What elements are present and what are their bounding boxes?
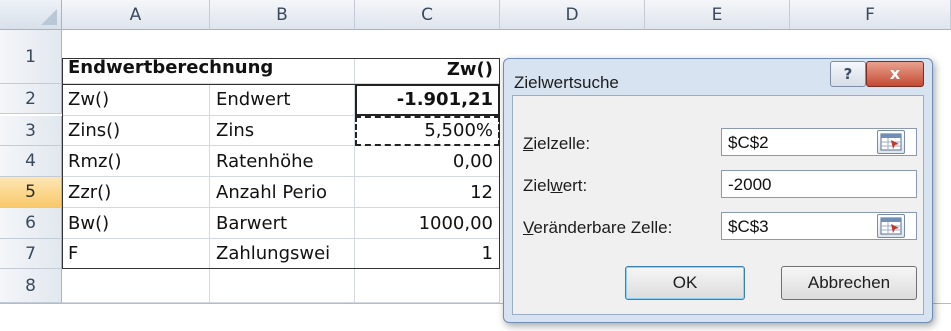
target-value-input[interactable]: -2000 — [721, 170, 917, 198]
row-header-7[interactable]: 7 — [0, 239, 62, 269]
cell-c8[interactable] — [355, 269, 500, 303]
cell-a7[interactable]: F — [62, 239, 210, 269]
changing-cell-label: Veränderbare Zelle: — [523, 218, 672, 238]
changing-cell-range-picker-icon[interactable] — [877, 214, 905, 238]
column-header-f[interactable]: F — [790, 0, 951, 30]
dialog-body: Zielzelle: $C$2 Zielwert: -2000 Veränder… — [512, 95, 924, 315]
cell-a1[interactable]: Endwertberechnung — [62, 58, 355, 84]
target-cell-mnemonic: Z — [523, 134, 534, 153]
row-header-1[interactable]: 1 — [0, 30, 62, 84]
select-all-triangle-icon — [41, 9, 57, 25]
cell-b6[interactable]: Barwert — [210, 208, 355, 239]
changing-cell-label-text: eränderbare Zelle: — [533, 218, 673, 237]
cell-b3[interactable]: Zins — [210, 116, 355, 146]
cell-c4[interactable]: 0,00 — [355, 146, 500, 177]
close-button[interactable]: x — [866, 61, 924, 87]
column-header-d[interactable]: D — [500, 0, 645, 30]
target-value-label-pre: Ziel — [523, 176, 551, 195]
cell-c7[interactable]: 1 — [355, 239, 500, 269]
target-cell-label: Zielzelle: — [523, 134, 590, 154]
cell-a2[interactable]: Zw() — [62, 84, 210, 116]
target-cell-range-picker-icon[interactable] — [877, 130, 905, 154]
cell-b2[interactable]: Endwert — [210, 84, 355, 116]
cell-a5[interactable]: Zzr() — [62, 177, 210, 208]
cell-c3[interactable]: 5,500% — [355, 116, 500, 146]
cell-a4[interactable]: Rmz() — [62, 146, 210, 177]
help-button[interactable]: ? — [830, 61, 866, 87]
cell-c5[interactable]: 12 — [355, 177, 500, 208]
row-header-2[interactable]: 2 — [0, 84, 62, 114]
cell-b7[interactable]: Zahlungswei — [210, 239, 355, 269]
column-header-e[interactable]: E — [645, 0, 790, 30]
select-all-corner[interactable] — [0, 0, 62, 30]
dialog-title: Zielwertsuche — [514, 73, 619, 92]
cell-b4[interactable]: Ratenhöhe — [210, 146, 355, 177]
target-value-mnemonic: w — [550, 176, 563, 195]
ok-button[interactable]: OK — [625, 266, 745, 300]
cancel-button[interactable]: Abbrechen — [781, 266, 917, 300]
column-header-c[interactable]: C — [355, 0, 500, 30]
cell-c2[interactable]: -1.901,21 — [355, 84, 500, 116]
header-row-divider — [62, 84, 500, 85]
row-header-4[interactable]: 4 — [0, 146, 62, 177]
row-header-3[interactable]: 3 — [0, 116, 62, 146]
goal-seek-dialog: Zielwertsuche ? x Zielzelle: $C$2 Zielwe… — [503, 58, 933, 323]
changing-cell-mnemonic: V — [523, 218, 534, 237]
row-header-5[interactable]: 5 — [0, 177, 62, 208]
cell-a6[interactable]: Bw() — [62, 208, 210, 239]
cell-c1[interactable]: Zw() — [355, 58, 500, 84]
row-header-8[interactable]: 8 — [0, 269, 62, 303]
target-cell-label-text: ielzelle: — [533, 134, 591, 153]
cell-b5[interactable]: Anzahl Perio — [210, 177, 355, 208]
row-header-6[interactable]: 6 — [0, 208, 62, 239]
cell-a8[interactable] — [62, 269, 210, 303]
cell-b8[interactable] — [210, 269, 355, 303]
cell-a3[interactable]: Zins() — [62, 116, 210, 146]
cell-c6[interactable]: 1000,00 — [355, 208, 500, 239]
column-header-b[interactable]: B — [210, 0, 355, 30]
target-value-label-post: ert: — [562, 176, 588, 195]
column-header-a[interactable]: A — [62, 0, 210, 30]
target-value-label: Zielwert: — [523, 176, 587, 196]
